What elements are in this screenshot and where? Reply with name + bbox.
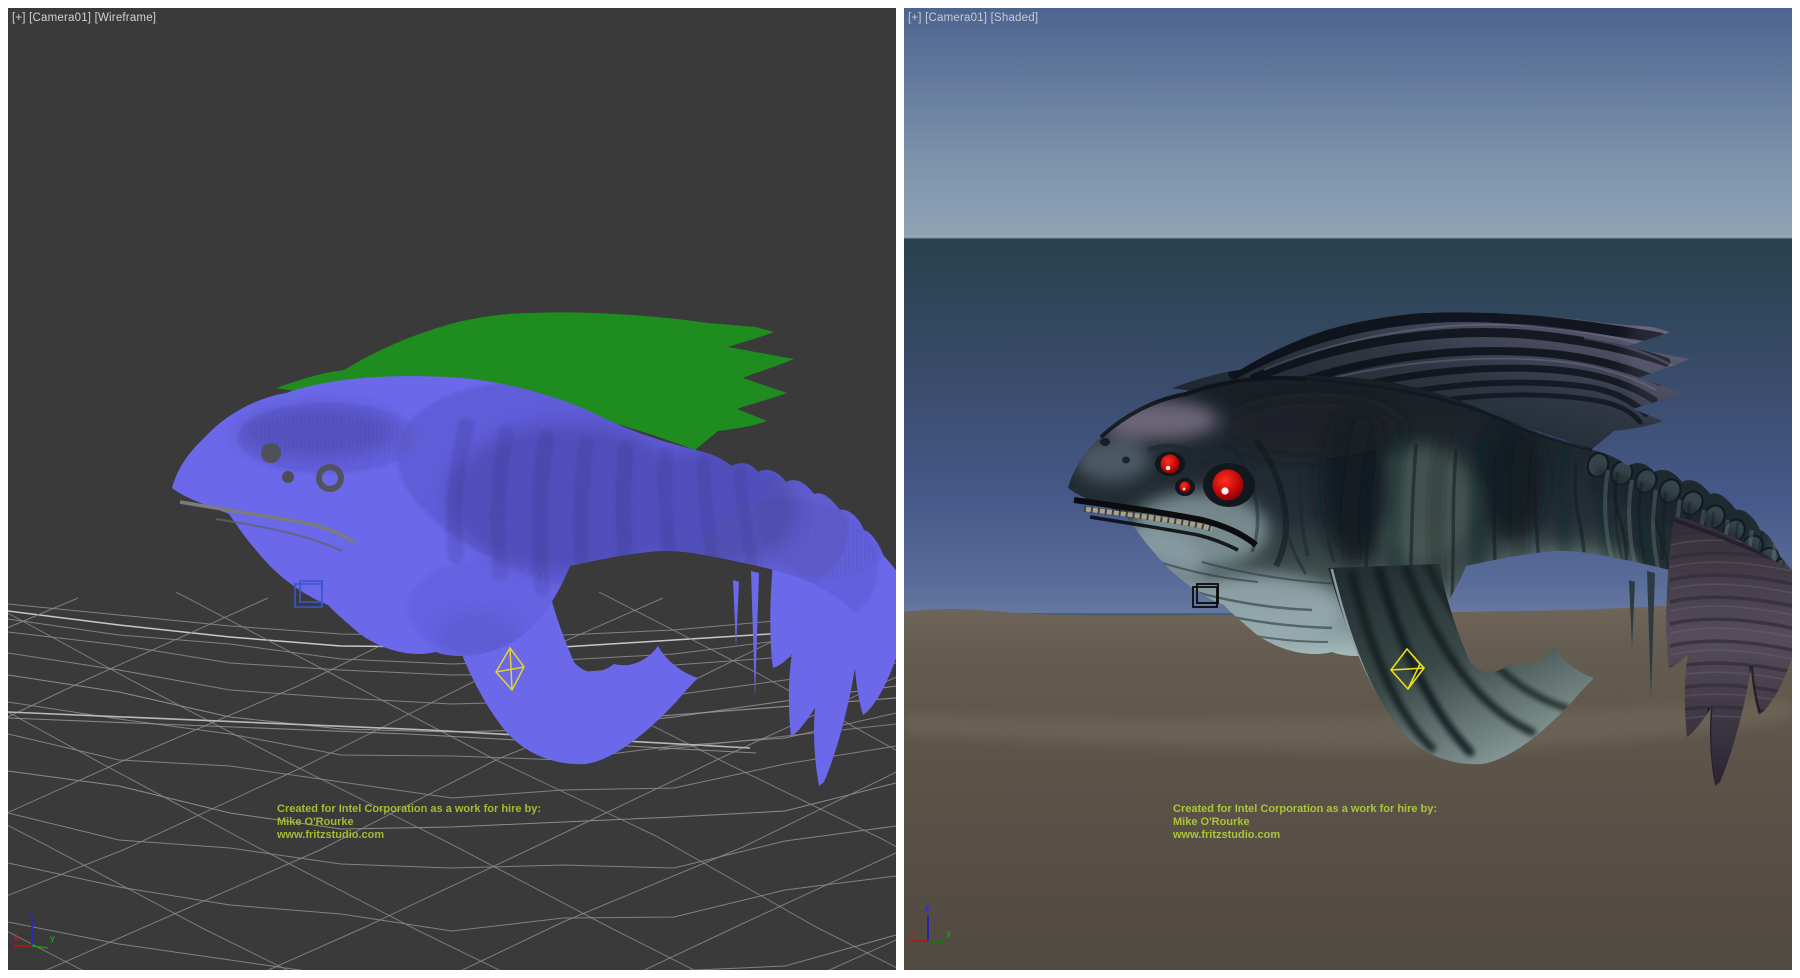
svg-text:x: x bbox=[910, 928, 915, 938]
svg-text:y: y bbox=[946, 928, 951, 938]
svg-text:z: z bbox=[925, 903, 930, 913]
svg-text:x: x bbox=[14, 933, 19, 943]
svg-text:z: z bbox=[29, 908, 34, 918]
svg-text:y: y bbox=[50, 933, 55, 943]
